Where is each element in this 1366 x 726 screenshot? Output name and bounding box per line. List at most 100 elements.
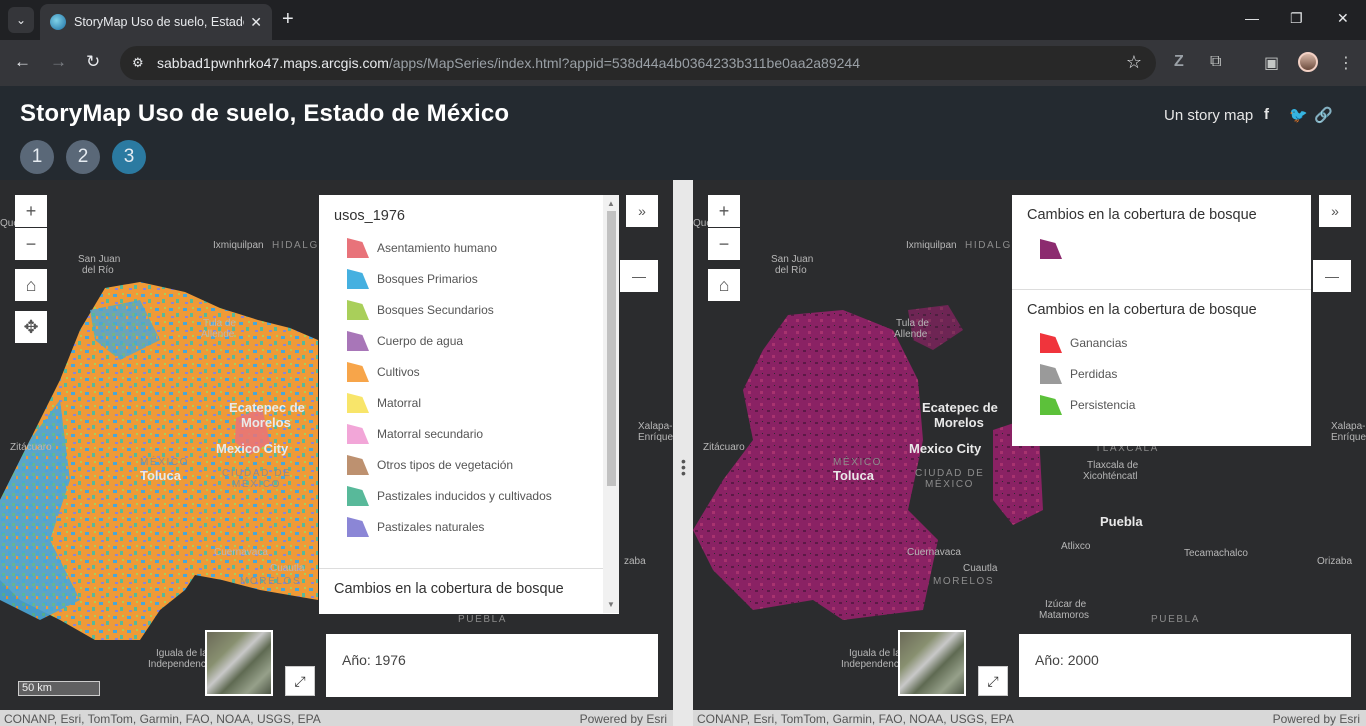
map-label-enriquez: Enríquez	[638, 432, 673, 443]
facebook-icon[interactable]: f	[1264, 106, 1269, 123]
scroll-up-icon[interactable]: ▲	[607, 199, 615, 208]
scale-bar: 50 km	[18, 681, 100, 696]
scroll-down-icon[interactable]: ▼	[607, 600, 615, 609]
map-label-mexico-state: MÉXICO	[833, 457, 883, 468]
zoom-in-button[interactable]: +	[15, 195, 47, 227]
legend-item-label: Bosques Secundarios	[377, 303, 494, 317]
basemap-toggle[interactable]	[205, 630, 273, 696]
map-label-mexico-cdmx: MÉXICO	[232, 479, 282, 490]
reload-icon[interactable]: ↻	[86, 53, 100, 71]
attribution-bar: CONANP, Esri, TomTom, Garmin, FAO, NOAA,…	[0, 710, 673, 726]
extensions-puzzle-icon[interactable]: ⧉	[1210, 53, 1221, 71]
menu-dots-icon[interactable]: ⋮	[1338, 53, 1354, 73]
minimize-panel-button[interactable]: —	[620, 260, 658, 292]
legend-swatch	[1040, 395, 1062, 415]
legend-title: usos_1976	[334, 208, 405, 224]
attribution-text: CONANP, Esri, TomTom, Garmin, FAO, NOAA,…	[4, 712, 321, 726]
map-label-izucar: Izúcar de	[1045, 599, 1087, 610]
map-label-ixmiquilpan: Ixmiquilpan	[906, 240, 957, 251]
legend-item: Bosques Secundarios	[347, 299, 494, 321]
map-label-ixmiquilpan: Ixmiquilpan	[213, 240, 264, 251]
map-label-xalapa: Xalapa-	[638, 421, 673, 432]
legend-swatch	[347, 331, 369, 351]
map-label-mexico-city: Mexico City	[909, 441, 982, 456]
legend-item-label: Asentamiento humano	[377, 241, 498, 255]
map-label-zitacuaro: Zitácuaro	[703, 442, 745, 453]
map-label-del-rio: del Río	[775, 265, 807, 276]
powered-by[interactable]: Powered by Esri	[1273, 712, 1360, 726]
zoom-in-button[interactable]: +	[708, 195, 740, 227]
powered-by[interactable]: Powered by Esri	[580, 712, 667, 726]
entry-3-button[interactable]: 3	[112, 140, 146, 174]
close-tab-icon[interactable]: ✕	[250, 14, 262, 31]
legend-item-label: Otros tipos de vegetación	[377, 458, 514, 472]
map-label-cuautla: Cuautla	[963, 563, 998, 574]
legend-next-title: Cambios en la cobertura de bosque	[334, 581, 564, 597]
home-button[interactable]: ⌂	[708, 269, 740, 301]
browser-tab-bar: ⌄ StoryMap Uso de suelo, Estado ✕ + — ❐ …	[0, 0, 1366, 40]
side-panel-icon[interactable]: ▣	[1264, 53, 1279, 73]
map-label-tlaxcala-de: Tlaxcala de	[1087, 460, 1139, 471]
browser-tab[interactable]: StoryMap Uso de suelo, Estado ✕	[40, 4, 272, 40]
tab-search-button[interactable]: ⌄	[8, 7, 34, 33]
home-icon: ⌂	[718, 274, 730, 295]
map-label-puebla-state: PUEBLA	[458, 614, 508, 625]
map-label-morelos-state: MORELOS	[240, 576, 302, 587]
new-tab-icon[interactable]: +	[282, 8, 294, 30]
home-button[interactable]: ⌂	[15, 269, 47, 301]
entry-2-button[interactable]: 2	[66, 140, 100, 174]
basemap-toggle[interactable]	[898, 630, 966, 696]
chevron-down-icon: ⌄	[15, 13, 27, 27]
legend-swatch	[347, 300, 369, 320]
locate-button[interactable]: ✥	[15, 311, 47, 343]
collapse-legend-button[interactable]: »	[1319, 195, 1351, 227]
right-map[interactable]: Querétaro Ixmiquilpan HIDALGO San Juan d…	[693, 180, 1366, 726]
legend-swatch	[347, 238, 369, 258]
collapse-legend-button[interactable]: »	[626, 195, 658, 227]
drag-handle-icon[interactable]: • • •	[681, 454, 686, 480]
site-info-icon[interactable]: ⚙	[132, 55, 148, 71]
twitter-icon[interactable]: 🐦	[1289, 106, 1308, 124]
zoom-out-button[interactable]: −	[15, 228, 47, 260]
fullscreen-button[interactable]: ⤢	[285, 666, 315, 696]
map-label-tula: Tula de	[203, 318, 236, 329]
close-window-icon[interactable]: ✕	[1337, 10, 1349, 27]
legend-item-label: Matorral secundario	[377, 427, 484, 441]
year-text: Año: 2000	[1035, 652, 1099, 668]
map-label-san-juan: San Juan	[78, 254, 121, 265]
url-text[interactable]: sabbad1pwnhrko47.maps.arcgis.com/apps/Ma…	[157, 55, 860, 71]
map-label-del-rio: del Río	[82, 265, 114, 276]
minimize-panel-button[interactable]: —	[1313, 260, 1351, 292]
map-label-allende: Allende	[201, 329, 235, 340]
left-map[interactable]: Querétaro Ixmiquilpan HIDALGO San Juan d…	[0, 180, 673, 726]
url-domain: sabbad1pwnhrko47.maps.arcgis.com	[157, 55, 389, 71]
legend-swatch	[347, 362, 369, 382]
back-icon[interactable]: ←	[14, 53, 31, 71]
legend-item-label: Perdidas	[1070, 367, 1118, 381]
legend-item-forest	[1040, 238, 1070, 260]
extension-z-icon[interactable]: Z	[1174, 53, 1184, 71]
legend-swatch	[347, 269, 369, 289]
restore-icon[interactable]: ❐	[1290, 10, 1303, 27]
legend-scrollbar[interactable]: ▲ ▼	[603, 195, 619, 613]
scroll-thumb[interactable]	[607, 211, 616, 486]
forward-icon[interactable]: →	[50, 53, 67, 71]
map-label-toluca: Toluca	[833, 468, 874, 483]
link-icon[interactable]: 🔗	[1314, 106, 1333, 124]
zoom-out-button[interactable]: −	[708, 228, 740, 260]
minimize-icon[interactable]: —	[1245, 10, 1259, 26]
fullscreen-button[interactable]: ⤢	[978, 666, 1008, 696]
map-splitter[interactable]: • • •	[673, 180, 693, 726]
story-map-label: Un story map	[1164, 107, 1254, 124]
legend-item: Persistencia	[1040, 394, 1135, 416]
profile-avatar[interactable]	[1298, 52, 1318, 72]
legend-item-label: Pastizales naturales	[377, 520, 485, 534]
map-label-orizaba: Orizaba	[1317, 556, 1353, 567]
map-label-zitacuaro: Zitácuaro	[10, 442, 52, 453]
entry-1-button[interactable]: 1	[20, 140, 54, 174]
legend-swatch	[347, 393, 369, 413]
address-bar[interactable]: ⚙ sabbad1pwnhrko47.maps.arcgis.com/apps/…	[120, 46, 1156, 80]
bookmark-star-icon[interactable]: ☆	[1126, 52, 1142, 73]
map-label-morelos-state: MORELOS	[933, 576, 995, 587]
legend-item: Cuerpo de agua	[347, 330, 463, 352]
